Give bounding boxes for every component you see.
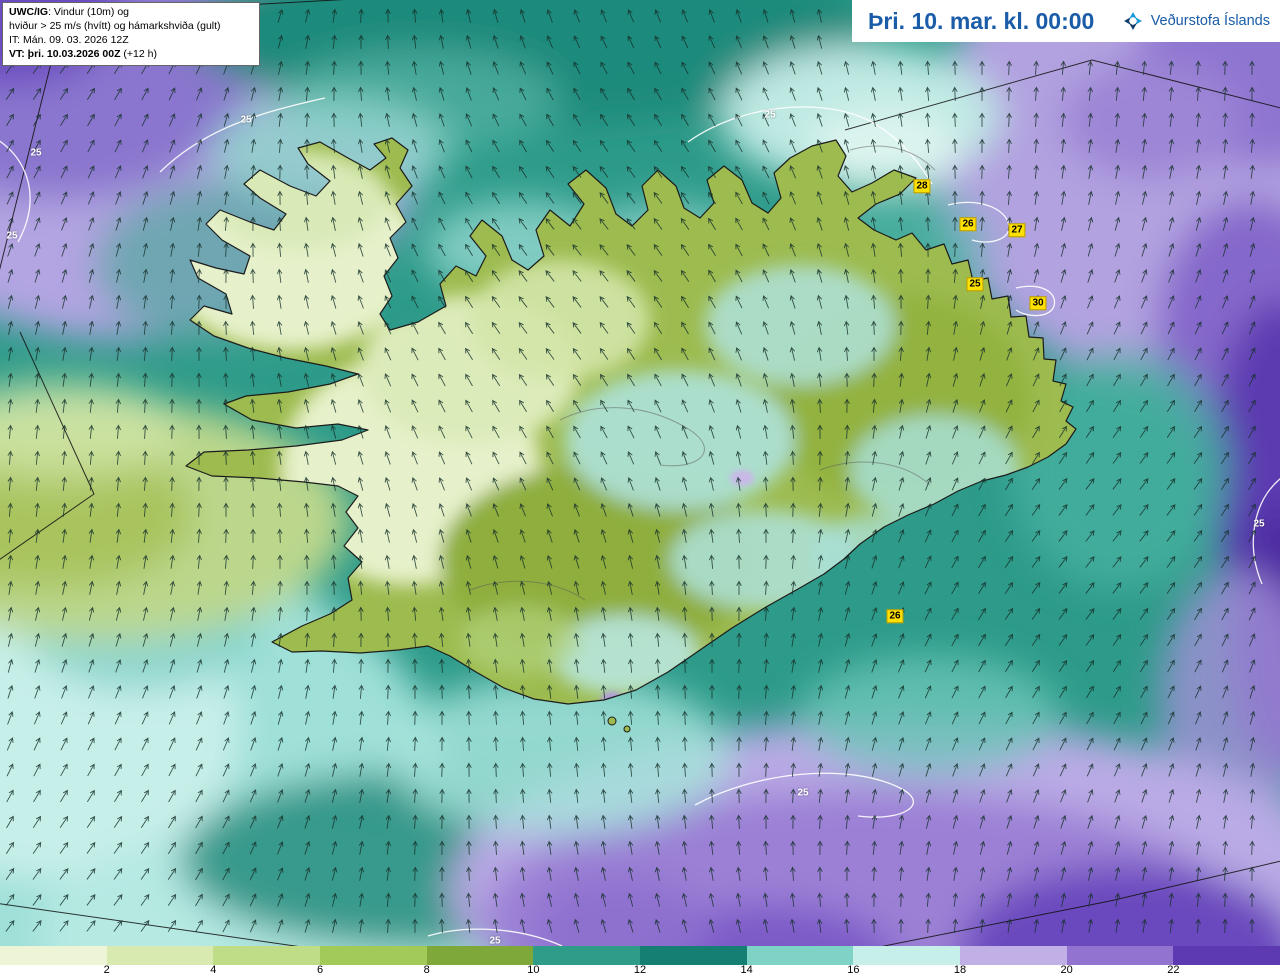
- colorbar-segment: [746, 946, 854, 965]
- colorbar-tick-label: 18: [953, 964, 967, 976]
- island: [623, 725, 631, 733]
- colorbar-segment: [853, 946, 961, 965]
- colorbar-tick-label: 8: [423, 964, 430, 976]
- island: [607, 716, 617, 726]
- valid-time-title: Þri. 10. mar. kl. 00:00: [868, 7, 1095, 34]
- brand-logo: Veðurstofa Íslands: [1121, 9, 1270, 33]
- colorbar-segment: [106, 946, 214, 965]
- title-bar: Þri. 10. mar. kl. 00:00 Veðurstofa Íslan…: [852, 0, 1280, 42]
- info-line-3: IT: Mán. 09. 03. 2026 12Z: [9, 33, 129, 46]
- weather-map-page: 28 26 27 25 30 26 25 25 25 25 25 25 25 UWC/IG: Vindu…: [0, 0, 1280, 978]
- colorbar-segment: [1173, 946, 1280, 965]
- colorbar-segment: [0, 946, 107, 965]
- colorbar-segment: [426, 946, 534, 965]
- colorbar-tick-row: 2 4 6 8 10 12 14 16 18 20 22: [0, 964, 1280, 978]
- colorbar-tick-label: 16: [847, 964, 860, 976]
- colorbar-segment: [320, 946, 427, 965]
- colorbar-segment: [640, 946, 747, 965]
- colorbar-tick-label: 22: [1167, 964, 1180, 976]
- colorbar-tick-label: 6: [316, 964, 324, 976]
- info-line-1: UWC/IG: Vindur (10m) og: [9, 6, 130, 18]
- colorbar-segment: [1066, 946, 1174, 965]
- colorbar-gradient: [0, 946, 1280, 965]
- colorbar-tick-label: 14: [740, 964, 753, 976]
- colorbar-segment: [533, 946, 641, 965]
- colorbar-tick-label: 4: [210, 964, 217, 976]
- wind-map: [0, 0, 1280, 978]
- colorbar-segment: [213, 946, 321, 965]
- colorbar-tick-label: 2: [103, 964, 110, 976]
- colorbar-tick-label: 20: [1060, 964, 1073, 976]
- colorbar-segment: [960, 946, 1067, 965]
- wind-speed-colorbar: 2 4 6 8 10 12 14 16 18 20 22: [0, 946, 1280, 978]
- colorbar-tick-label: 10: [527, 964, 540, 976]
- colorbar-tick-label: 12: [633, 964, 647, 976]
- info-box: UWC/IG: Vindur (10m) og hviður > 25 m/s …: [2, 2, 260, 67]
- brand-name: Veðurstofa Íslands: [1150, 13, 1270, 29]
- vedurstofa-logo-icon: [1123, 12, 1142, 30]
- info-line-4: VT: þri. 10.03.2026 00Z (+12 h): [9, 47, 157, 60]
- info-line-2: hviður > 25 m/s (hvítt) og hámarkshviða …: [9, 19, 221, 32]
